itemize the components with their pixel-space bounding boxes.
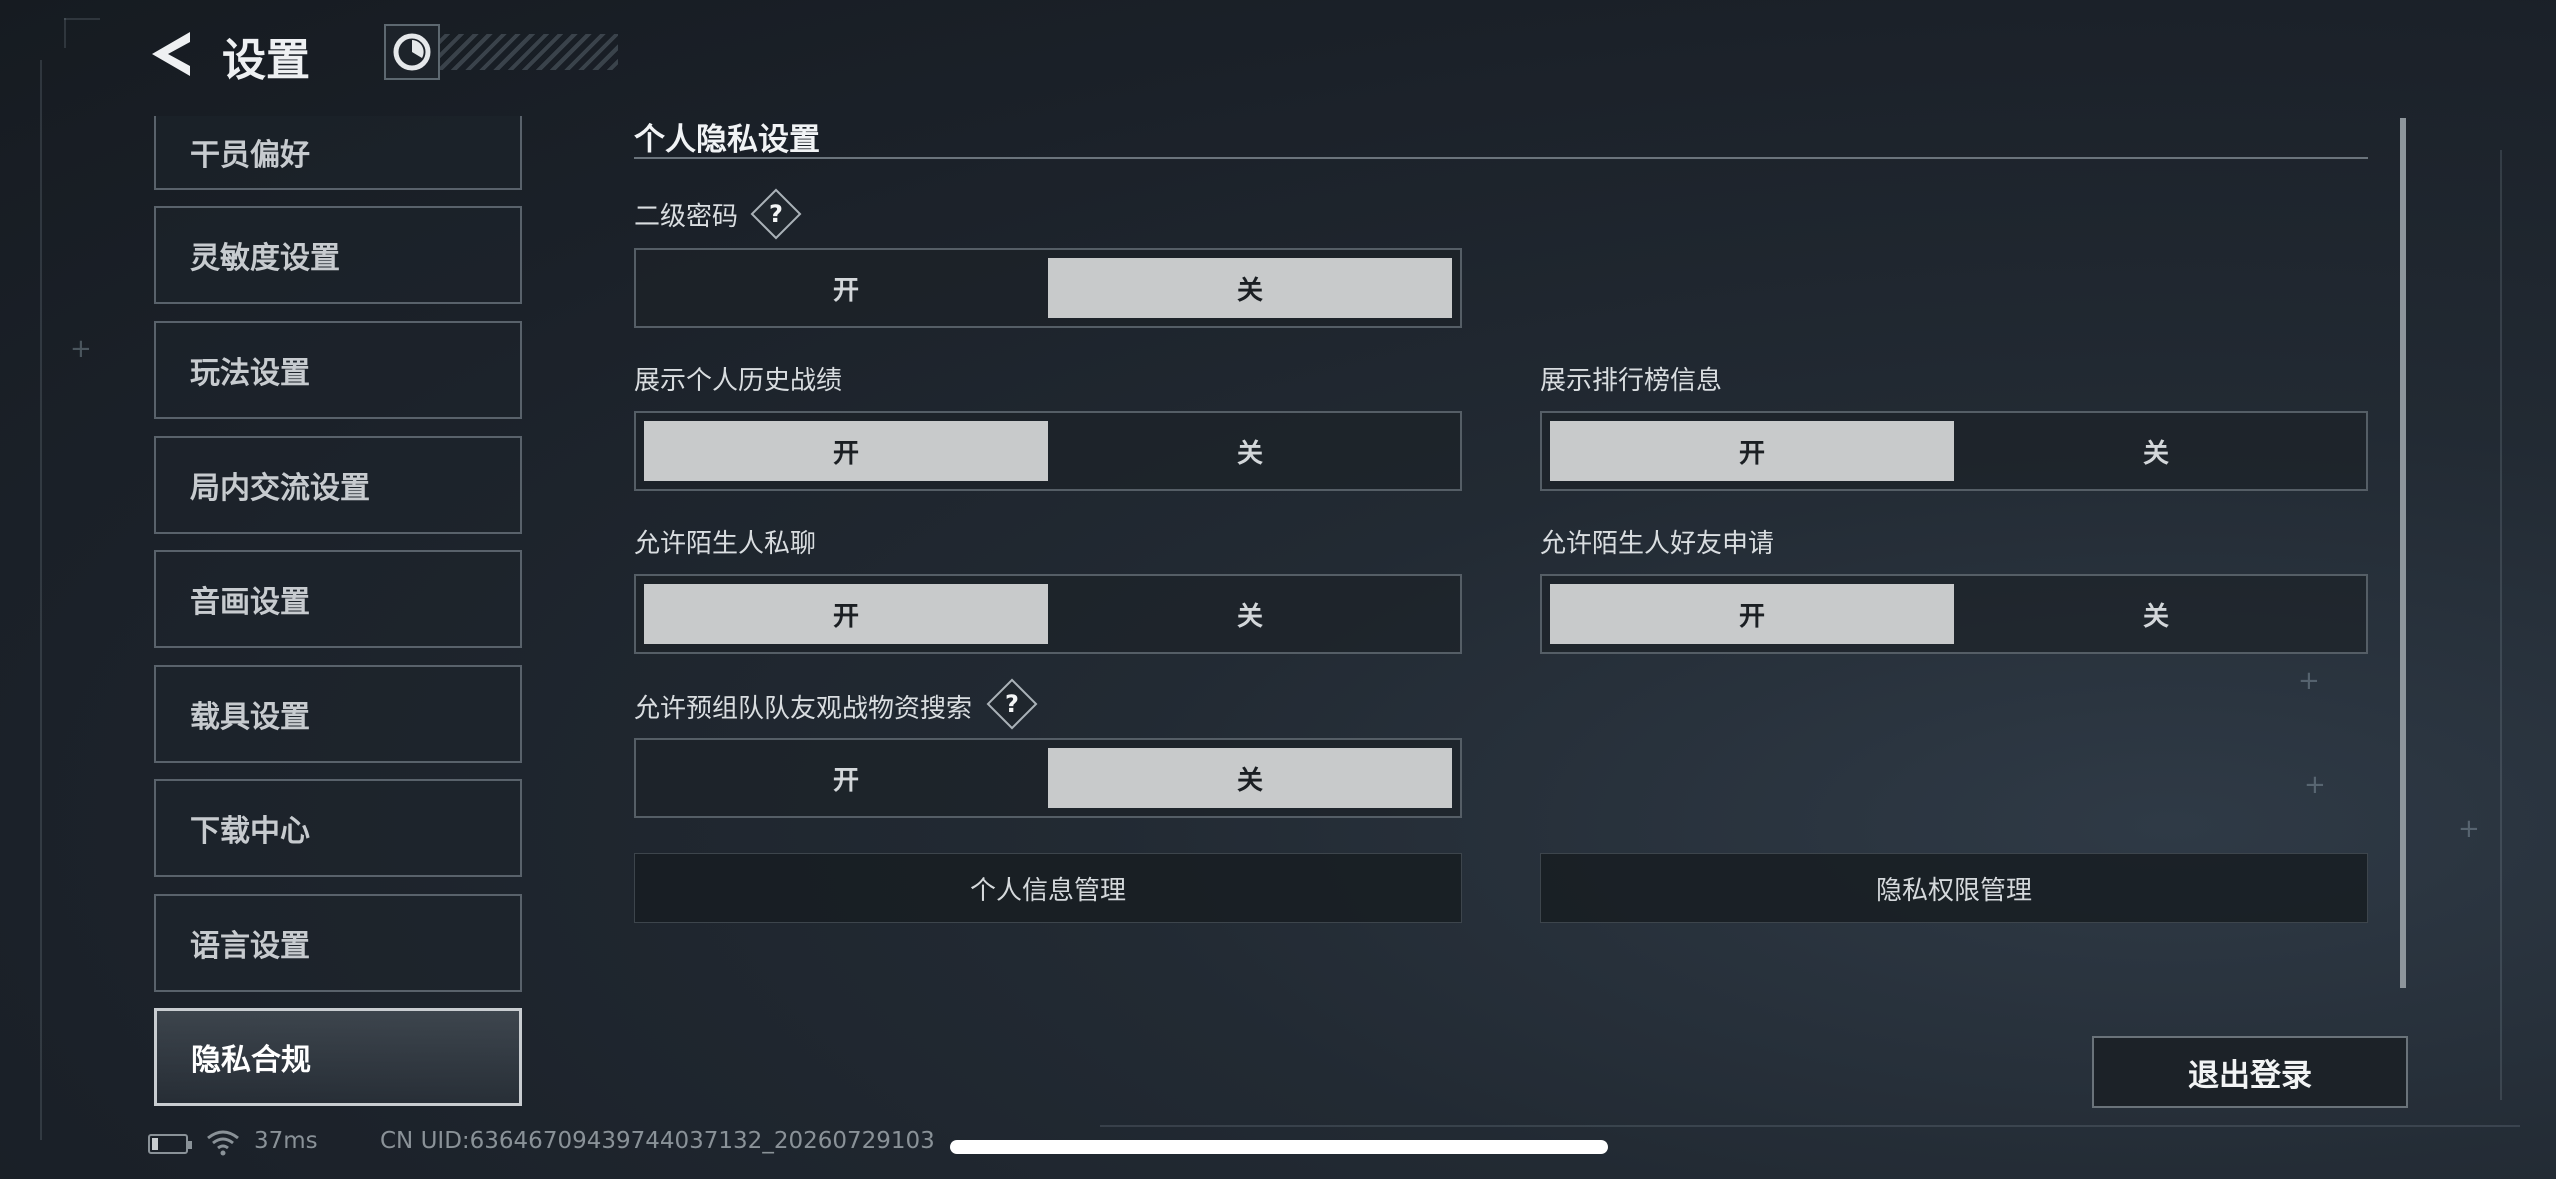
- toggle-option-on[interactable]: 开: [1550, 421, 1954, 481]
- sidebar-item-label: 音画设置: [190, 585, 310, 620]
- toggle-option-off[interactable]: 关: [1954, 421, 2358, 481]
- sidebar-item-audio-video[interactable]: 音画设置: [154, 550, 522, 648]
- stranger-chat-toggle[interactable]: 开 关: [634, 574, 1462, 654]
- sidebar-item-gameplay[interactable]: 玩法设置: [154, 321, 522, 419]
- show-leaderboard-label: 展示排行榜信息: [1540, 366, 1723, 396]
- stranger-friend-toggle[interactable]: 开 关: [1540, 574, 2368, 654]
- sidebar-item-label: 载具设置: [190, 700, 310, 735]
- toggle-option-off[interactable]: 关: [1048, 421, 1452, 481]
- frame-line-left: [40, 60, 42, 1140]
- frame-corner: [64, 18, 100, 20]
- scrollbar[interactable]: [2400, 118, 2406, 988]
- ping-text: 37ms: [254, 1128, 318, 1154]
- frame-line-bottom: [1100, 1125, 2520, 1127]
- sidebar-item-privacy-compliance[interactable]: 隐私合规: [154, 1008, 522, 1106]
- home-indicator[interactable]: [950, 1140, 1608, 1154]
- sidebar-item-sensitivity[interactable]: 灵敏度设置: [154, 206, 522, 304]
- help-icon[interactable]: ?: [986, 678, 1038, 730]
- game-logo-icon: [384, 24, 440, 80]
- sidebar-item-operator-preference[interactable]: 干员偏好: [154, 116, 522, 190]
- sidebar-item-label: 隐私合规: [191, 1043, 311, 1078]
- back-arrow-icon[interactable]: [146, 28, 194, 80]
- uid-text: CN UID:63646709439744037132_20260729103: [380, 1128, 935, 1154]
- sidebar-item-label: 语言设置: [190, 929, 310, 964]
- page-title: 设置: [222, 35, 310, 86]
- show-history-label: 展示个人历史战绩: [634, 366, 843, 396]
- sidebar-item-download-center[interactable]: 下载中心: [154, 779, 522, 877]
- stranger-friend-label: 允许陌生人好友申请: [1540, 529, 1775, 559]
- personal-info-button[interactable]: 个人信息管理: [634, 853, 1462, 923]
- sidebar-item-label: 玩法设置: [190, 356, 310, 391]
- crosshair-icon: +: [70, 334, 92, 364]
- toggle-option-on[interactable]: 开: [644, 584, 1048, 644]
- battery-icon: [148, 1134, 192, 1154]
- logout-button[interactable]: 退出登录: [2092, 1036, 2408, 1108]
- toggle-option-off[interactable]: 关: [1048, 258, 1452, 318]
- secondary-password-label: 二级密码: [634, 202, 739, 232]
- frame-line-right: [2500, 150, 2502, 1100]
- section-divider: [634, 157, 2368, 159]
- sidebar-item-vehicle[interactable]: 载具设置: [154, 665, 522, 763]
- toggle-option-on[interactable]: 开: [644, 258, 1048, 318]
- toggle-option-on[interactable]: 开: [1550, 584, 1954, 644]
- sidebar-item-label: 干员偏好: [190, 138, 310, 173]
- toggle-option-off[interactable]: 关: [1048, 584, 1452, 644]
- section-title: 个人隐私设置: [634, 122, 820, 158]
- toggle-option-on[interactable]: 开: [644, 748, 1048, 808]
- secondary-password-toggle[interactable]: 开 关: [634, 248, 1462, 328]
- crosshair-icon: +: [2304, 770, 2326, 800]
- help-icon[interactable]: ?: [750, 188, 802, 240]
- stranger-chat-label: 允许陌生人私聊: [634, 529, 817, 559]
- wifi-icon: [206, 1128, 240, 1156]
- toggle-option-off[interactable]: 关: [1954, 584, 2358, 644]
- toggle-option-on[interactable]: 开: [644, 421, 1048, 481]
- toggle-option-off[interactable]: 关: [1048, 748, 1452, 808]
- privacy-permissions-button[interactable]: 隐私权限管理: [1540, 853, 2368, 923]
- sidebar-item-label: 灵敏度设置: [190, 241, 340, 276]
- team-view-search-label: 允许预组队队友观战物资搜索: [634, 694, 973, 724]
- sidebar-item-language[interactable]: 语言设置: [154, 894, 522, 992]
- show-history-toggle[interactable]: 开 关: [634, 411, 1462, 491]
- sidebar-item-label: 下载中心: [190, 814, 310, 849]
- crosshair-icon: +: [2458, 814, 2480, 844]
- team-view-search-toggle[interactable]: 开 关: [634, 738, 1462, 818]
- sidebar-item-communication[interactable]: 局内交流设置: [154, 436, 522, 534]
- show-leaderboard-toggle[interactable]: 开 关: [1540, 411, 2368, 491]
- frame-corner: [64, 18, 66, 48]
- crosshair-icon: +: [2298, 666, 2320, 696]
- sidebar-item-label: 局内交流设置: [190, 471, 370, 506]
